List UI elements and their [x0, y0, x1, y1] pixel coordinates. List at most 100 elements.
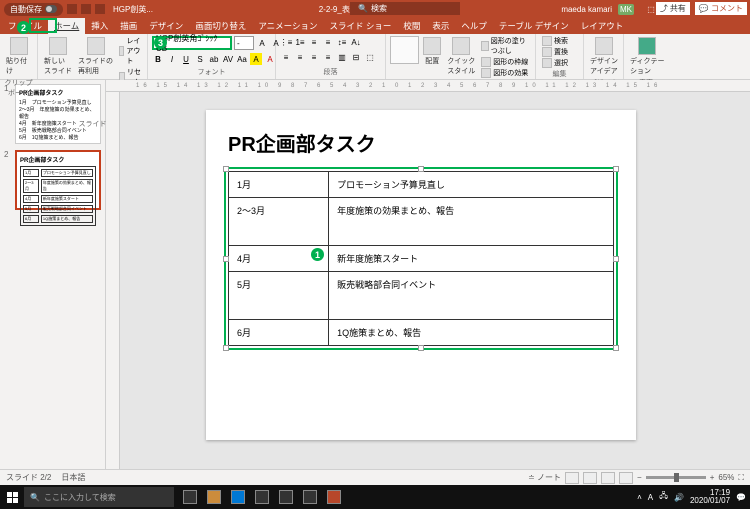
- align-right-icon[interactable]: ≡: [308, 51, 320, 63]
- resize-handle[interactable]: [418, 166, 424, 172]
- align-left-icon[interactable]: ≡: [280, 51, 292, 63]
- bold-button[interactable]: B: [152, 53, 164, 65]
- table-cell[interactable]: 1Q施策まとめ、報告: [329, 320, 614, 346]
- zoom-slider[interactable]: [646, 476, 706, 479]
- tab-transitions[interactable]: 画面切り替え: [189, 18, 252, 34]
- design-ideas-button[interactable]: デザイン アイデア: [588, 36, 620, 77]
- smartart-icon[interactable]: ⬚: [364, 51, 376, 63]
- tab-review[interactable]: 校閲: [397, 18, 426, 34]
- increase-font-icon[interactable]: A: [256, 37, 268, 49]
- tab-animations[interactable]: アニメーション: [252, 18, 323, 34]
- tab-help[interactable]: ヘルプ: [455, 18, 493, 34]
- share-button[interactable]: ⤴ 共有: [656, 2, 690, 15]
- ime-icon[interactable]: A: [648, 493, 653, 502]
- resize-handle[interactable]: [613, 256, 619, 262]
- undo-icon[interactable]: [81, 4, 91, 14]
- search-box[interactable]: 🔍 検索: [350, 2, 460, 15]
- justify-icon[interactable]: ≡: [322, 51, 334, 63]
- table-selection[interactable]: 1月プロモーション予算見直し 2〜3月年度施策の効果まとめ、報告 4月新年度施策…: [224, 167, 618, 350]
- thumbnail-2[interactable]: 2 PR企画部タスク 1月プロモーション予算見直し 2〜3月年度施策の効果まとめ…: [4, 150, 101, 210]
- table-cell[interactable]: 5月: [229, 272, 329, 320]
- app-icon[interactable]: [298, 485, 322, 509]
- slide-table[interactable]: 1月プロモーション予算見直し 2〜3月年度施策の効果まとめ、報告 4月新年度施策…: [228, 171, 614, 346]
- edge-icon[interactable]: [226, 485, 250, 509]
- new-slide-button[interactable]: 新しい スライド: [42, 36, 74, 77]
- numbering-icon[interactable]: 1≡: [294, 36, 306, 48]
- columns-icon[interactable]: ▥: [336, 51, 348, 63]
- table-cell[interactable]: 6月: [229, 320, 329, 346]
- normal-view-icon[interactable]: [565, 472, 579, 484]
- table-cell[interactable]: 2〜3月: [229, 198, 329, 246]
- table-cell[interactable]: 1月: [229, 172, 329, 198]
- font-size-combo[interactable]: -: [234, 36, 254, 50]
- table-cell[interactable]: プロモーション予算見直し: [329, 172, 614, 198]
- comment-button[interactable]: 💬 コメント: [694, 1, 748, 16]
- tab-draw[interactable]: 描画: [114, 18, 143, 34]
- task-view-icon[interactable]: [178, 485, 202, 509]
- quick-style-button[interactable]: クイック スタイル: [445, 36, 477, 77]
- table-cell[interactable]: 新年度施策スタート: [329, 246, 614, 272]
- tab-insert[interactable]: 挿入: [85, 18, 114, 34]
- volume-icon[interactable]: 🔊: [674, 493, 684, 502]
- language-indicator[interactable]: 日本語: [61, 472, 85, 483]
- font-color-icon[interactable]: A: [264, 53, 276, 65]
- italic-button[interactable]: I: [166, 53, 178, 65]
- dictation-button[interactable]: ディクテー ション: [628, 36, 667, 77]
- zoom-out-button[interactable]: −: [637, 473, 642, 482]
- select-button[interactable]: 選択: [540, 58, 570, 68]
- zoom-level[interactable]: 65%: [718, 473, 734, 482]
- arrange-button[interactable]: 配置: [421, 36, 443, 67]
- sorter-view-icon[interactable]: [583, 472, 597, 484]
- notes-button[interactable]: ≐ ノート: [528, 472, 561, 483]
- explorer-icon[interactable]: [202, 485, 226, 509]
- table-cell[interactable]: 年度施策の効果まとめ、報告: [329, 198, 614, 246]
- resize-handle[interactable]: [223, 345, 229, 351]
- linespacing-icon[interactable]: ↕≡: [336, 36, 348, 48]
- shapes-gallery[interactable]: [390, 36, 419, 64]
- resize-handle[interactable]: [613, 166, 619, 172]
- indent-dec-icon[interactable]: ≡: [308, 36, 320, 48]
- reading-view-icon[interactable]: [601, 472, 615, 484]
- underline-button[interactable]: U: [180, 53, 192, 65]
- align-center-icon[interactable]: ≡: [294, 51, 306, 63]
- powerpoint-icon[interactable]: [322, 485, 346, 509]
- bullets-icon[interactable]: ⋮≡: [280, 36, 292, 48]
- resize-handle[interactable]: [223, 166, 229, 172]
- tab-tabledesign[interactable]: テーブル デザイン: [493, 18, 575, 34]
- align-text-icon[interactable]: ⊟: [350, 51, 362, 63]
- spacing-icon[interactable]: AV: [222, 53, 234, 65]
- strike-button[interactable]: S: [194, 53, 206, 65]
- slideshow-view-icon[interactable]: [619, 472, 633, 484]
- autosave-toggle[interactable]: 自動保存: [4, 3, 63, 16]
- indent-inc-icon[interactable]: ≡: [322, 36, 334, 48]
- start-button[interactable]: [0, 485, 24, 509]
- tab-design[interactable]: デザイン: [143, 18, 189, 34]
- shape-effects-button[interactable]: 図形の効果: [479, 68, 531, 78]
- clock[interactable]: 17:19 2020/01/07: [690, 489, 730, 505]
- tab-view[interactable]: 表示: [426, 18, 455, 34]
- tray-up-icon[interactable]: ˄: [637, 493, 642, 502]
- user-avatar[interactable]: MK: [618, 4, 634, 15]
- highlight-icon[interactable]: A: [250, 53, 262, 65]
- app-icon[interactable]: [274, 485, 298, 509]
- find-button[interactable]: 検索: [540, 36, 570, 46]
- shape-fill-button[interactable]: 図形の塗りつぶし: [479, 36, 531, 56]
- slide-title[interactable]: PR企画部タスク: [206, 110, 636, 167]
- zoom-in-button[interactable]: +: [710, 473, 715, 482]
- shadow-icon[interactable]: ab: [208, 53, 220, 65]
- taskbar-search[interactable]: 🔍 ここに入力して検索: [24, 487, 174, 507]
- action-center-icon[interactable]: 💬: [736, 493, 746, 502]
- resize-handle[interactable]: [613, 345, 619, 351]
- tab-layout[interactable]: レイアウト: [575, 18, 630, 34]
- redo-icon[interactable]: [95, 4, 105, 14]
- save-icon[interactable]: [67, 4, 77, 14]
- paste-button[interactable]: 貼り付け: [4, 36, 33, 77]
- shape-outline-button[interactable]: 図形の枠線: [479, 57, 531, 67]
- network-icon[interactable]: 🖧: [659, 490, 668, 504]
- table-cell[interactable]: 販売戦略部合同イベント: [329, 272, 614, 320]
- resize-handle[interactable]: [418, 345, 424, 351]
- layout-button[interactable]: レイアウト: [117, 36, 143, 66]
- store-icon[interactable]: [250, 485, 274, 509]
- reuse-slide-button[interactable]: スライドの 再利用: [76, 36, 115, 77]
- text-direction-icon[interactable]: A↓: [350, 36, 362, 48]
